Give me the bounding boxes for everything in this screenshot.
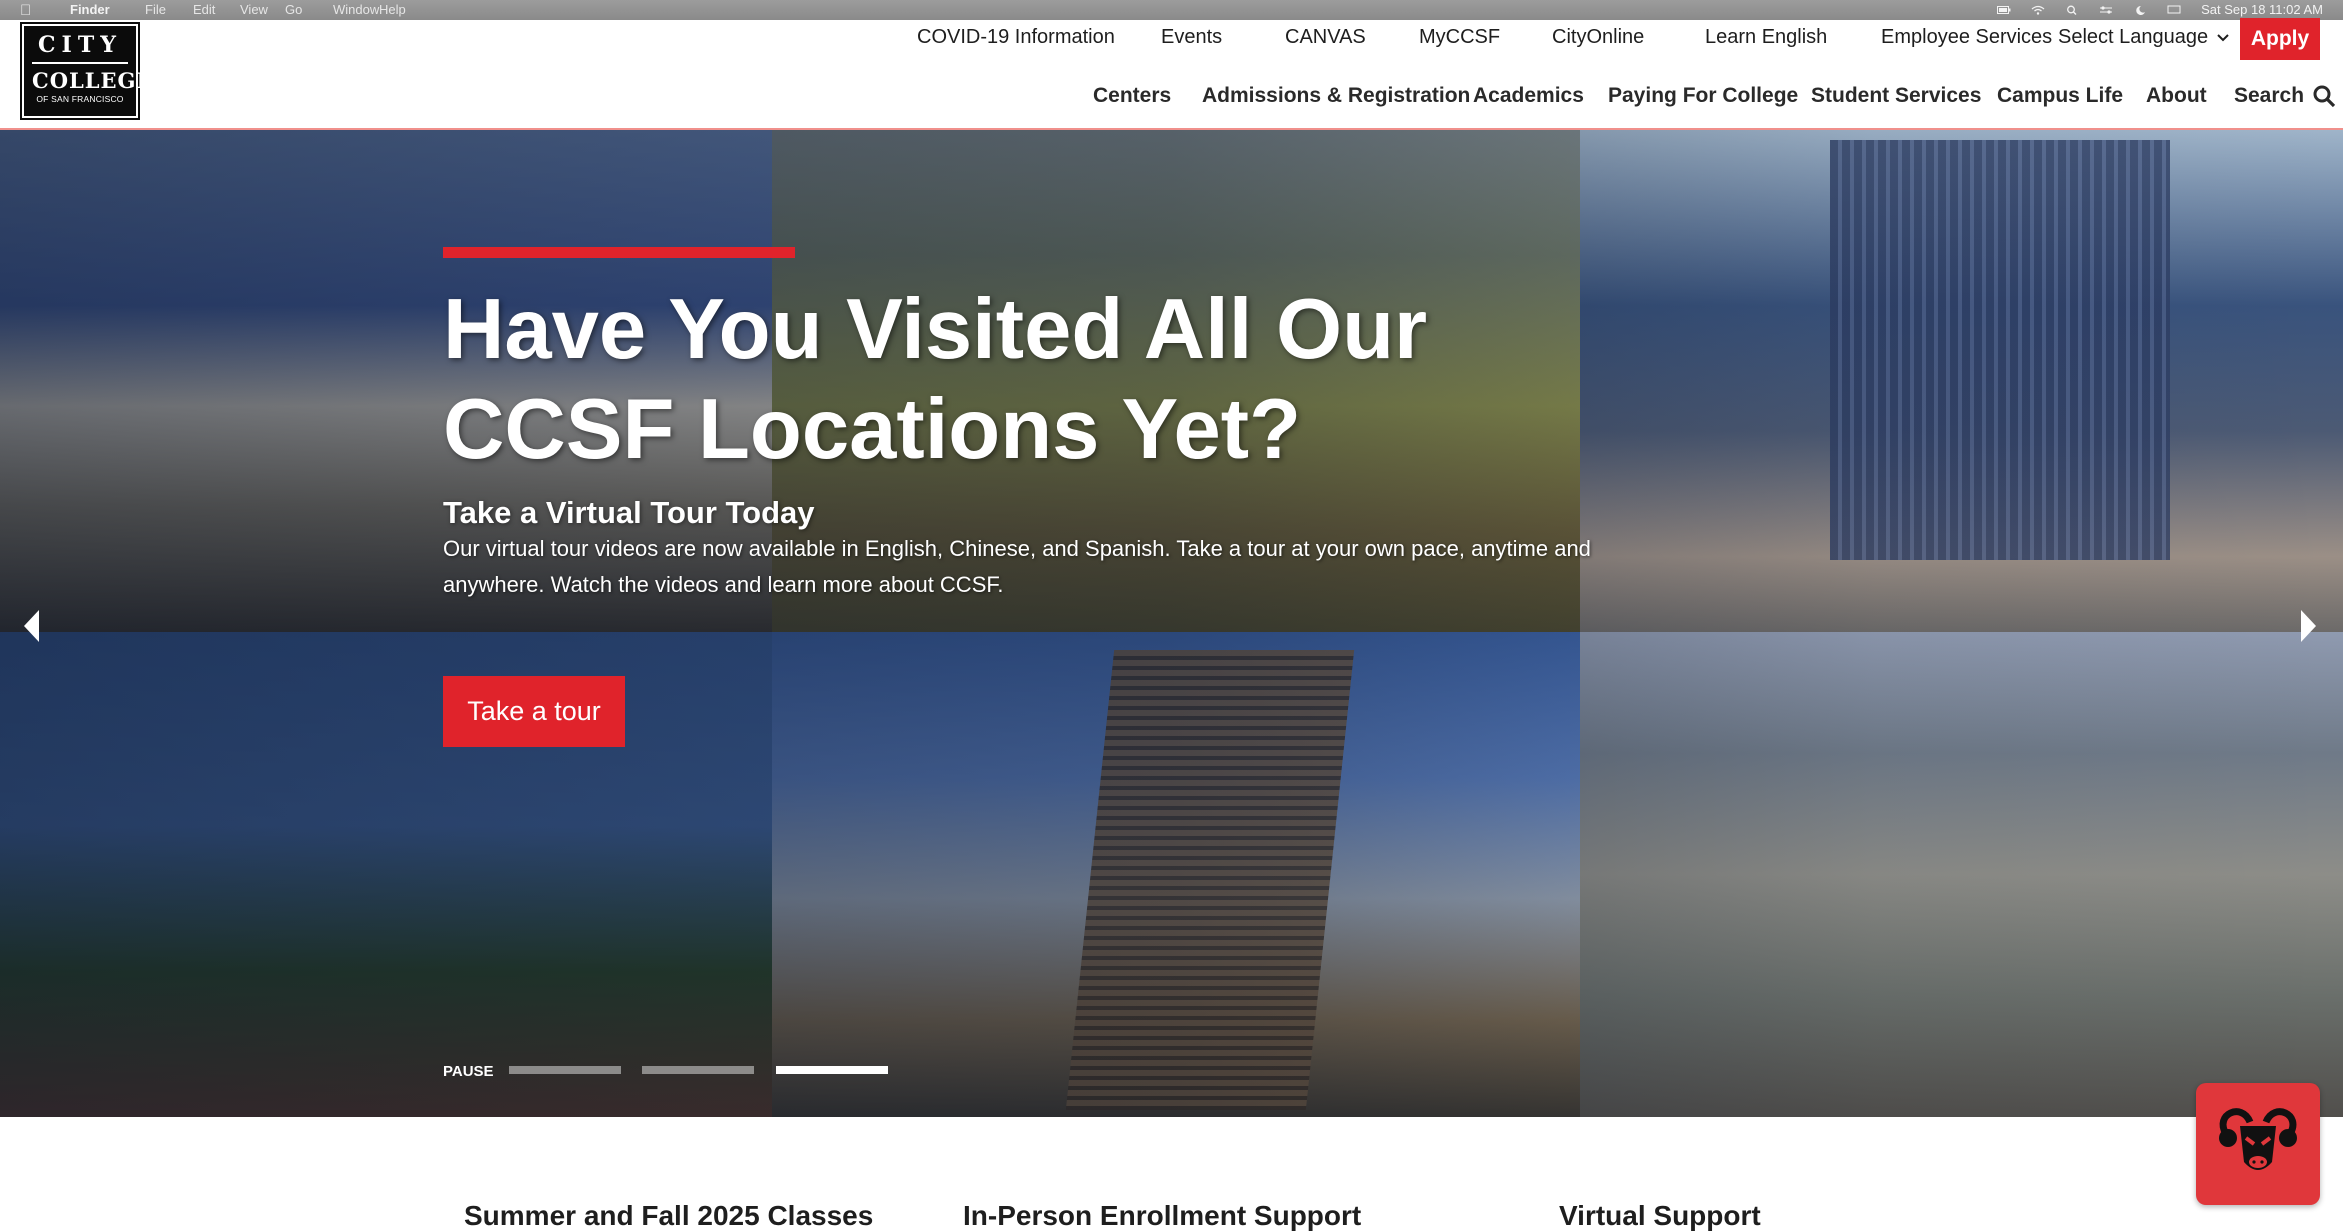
language-select-label: Select Language [2058, 26, 2209, 48]
card-title-classes[interactable]: Summer and Fall 2025 Classes [464, 1200, 873, 1232]
nav-about[interactable]: About [2146, 84, 2207, 108]
util-link-covid[interactable]: COVID-19 Information [917, 26, 1115, 49]
hero-description: Our virtual tour videos are now availabl… [443, 536, 1591, 597]
menubar-item-go[interactable]: Go [285, 2, 302, 17]
util-link-canvas[interactable]: CANVAS [1285, 26, 1366, 49]
hero-overlay [0, 130, 2343, 1117]
nav-academics[interactable]: Academics [1473, 84, 1584, 108]
util-link-myccsf[interactable]: MyCCSF [1419, 26, 1500, 49]
menubar-status-area: Sat Sep 18 11:02 AM [1997, 2, 2323, 17]
site-header: CITY COLLEGE OF SAN FRANCISCO COVID-19 I… [0, 18, 2343, 133]
apple-icon[interactable]:  [20, 2, 31, 19]
hero-headline: Have You Visited All Our CCSF Locations … [443, 280, 1643, 480]
arrow-right-icon [2301, 610, 2316, 642]
nav-campus-life[interactable]: Campus Life [1997, 84, 2123, 108]
hero-subheading: Take a Virtual Tour Today [443, 495, 815, 530]
control-center-icon[interactable] [2099, 5, 2113, 15]
menubar-item-file[interactable]: File [145, 2, 166, 17]
search-icon [2313, 85, 2336, 108]
nav-admissions-registration[interactable]: Admissions & Registration [1202, 84, 1470, 108]
hero-carousel [0, 130, 2343, 1117]
util-link-employee-services[interactable]: Employee Services [1881, 26, 2052, 49]
card-title-enrollment-support[interactable]: In-Person Enrollment Support [963, 1200, 1361, 1232]
headline-accent-bar [443, 247, 795, 258]
nav-centers[interactable]: Centers [1093, 84, 1171, 108]
battery-icon[interactable] [1997, 5, 2011, 15]
menubar-item-edit[interactable]: Edit [193, 2, 215, 17]
chat-widget-button[interactable] [2196, 1083, 2320, 1205]
carousel-indicator-1[interactable] [509, 1066, 621, 1074]
wifi-icon[interactable] [2031, 5, 2045, 15]
menubar-clock[interactable]: Sat Sep 18 11:02 AM [2201, 2, 2323, 17]
carousel-pause-button[interactable]: PAUSE [443, 1063, 494, 1080]
language-select[interactable]: Select Language [2058, 26, 2230, 49]
menubar-app-name[interactable]: Finder [70, 2, 110, 17]
os-menubar:  Finder File Edit View Go Window Help S… [0, 0, 2343, 20]
menubar-item-view[interactable]: View [240, 2, 268, 17]
apply-button[interactable]: Apply [2240, 18, 2320, 60]
do-not-disturb-icon[interactable] [2133, 5, 2147, 15]
nav-paying-for-college[interactable]: Paying For College [1608, 84, 1798, 108]
menubar-item-window[interactable]: Window [333, 2, 379, 17]
util-link-events[interactable]: Events [1161, 26, 1222, 49]
carousel-indicator-3[interactable] [776, 1066, 888, 1074]
util-link-cityonline[interactable]: CityOnline [1552, 26, 1644, 49]
display-icon[interactable] [2167, 5, 2181, 15]
search-toggle[interactable]: Search [2234, 84, 2336, 108]
take-a-tour-button[interactable]: Take a tour [443, 676, 625, 747]
nav-student-services[interactable]: Student Services [1811, 84, 1981, 108]
search-label: Search [2234, 84, 2305, 107]
logo-line-sf: OF SAN FRANCISCO [36, 94, 124, 104]
card-title-virtual-support[interactable]: Virtual Support [1559, 1200, 1761, 1232]
logo-line-city: CITY [38, 32, 122, 58]
hero-headline-line1: Have You Visited All Our [443, 282, 1428, 377]
util-link-learn-english[interactable]: Learn English [1705, 26, 1827, 49]
arrow-left-icon [24, 610, 39, 642]
ram-mascot-icon [2219, 1108, 2297, 1170]
spotlight-icon[interactable] [2065, 5, 2079, 15]
hero-headline-line2: CCSF Locations Yet? [443, 382, 1302, 477]
ccsf-logo[interactable]: CITY COLLEGE OF SAN FRANCISCO [20, 22, 153, 120]
logo-line-college: COLLEGE [32, 62, 153, 93]
chevron-down-icon [2217, 33, 2229, 41]
carousel-prev-button[interactable] [18, 606, 44, 646]
carousel-indicator-2[interactable] [642, 1066, 754, 1074]
carousel-next-button[interactable] [2296, 606, 2322, 646]
menubar-item-help[interactable]: Help [379, 2, 406, 17]
